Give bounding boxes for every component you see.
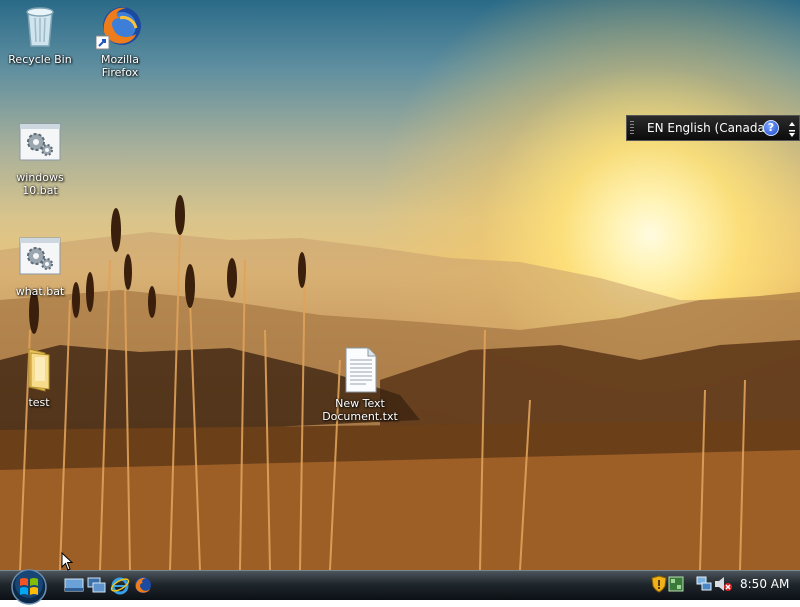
clock[interactable]: 8:50 AM: [740, 577, 789, 591]
grip-handle-icon[interactable]: [630, 121, 634, 135]
batch-file-icon: [19, 123, 61, 161]
help-icon[interactable]: ?: [763, 120, 779, 136]
desktop-icon-new-text-document[interactable]: New Text Document.txt: [322, 346, 398, 423]
switch-windows-icon[interactable]: [87, 575, 107, 595]
desktop-icon-label: windows 10.bat: [16, 171, 64, 197]
language-bar-options-icon[interactable]: [787, 119, 797, 139]
desktop[interactable]: Recycle Bin Mozilla Firefox windows 10.b…: [0, 0, 800, 570]
desktop-icon-firefox[interactable]: Mozilla Firefox: [82, 2, 158, 79]
network-icon[interactable]: [668, 575, 684, 593]
desktop-icon-windows-10-bat[interactable]: windows 10.bat: [2, 120, 78, 197]
desktop-icon-recycle-bin[interactable]: Recycle Bin: [2, 2, 78, 66]
desktop-icon-label: test: [28, 396, 50, 409]
connection-icon[interactable]: [696, 576, 712, 592]
batch-file-icon: [19, 237, 61, 275]
firefox-icon: [96, 7, 141, 50]
desktop-icon-what-bat[interactable]: what.bat: [2, 234, 78, 298]
wallpaper: [0, 195, 800, 570]
security-shield-icon[interactable]: [651, 575, 667, 593]
desktop-icon-label: Recycle Bin: [8, 53, 72, 66]
mouse-pointer-icon: [61, 552, 74, 571]
desktop-icon-label: New Text Document.txt: [322, 397, 398, 423]
folder-icon: [28, 348, 50, 392]
recycle-bin-icon: [26, 7, 54, 47]
desktop-icon-label: Mozilla Firefox: [101, 53, 139, 79]
input-language-label[interactable]: EN English (Canada): [647, 121, 770, 135]
desktop-icon-label: what.bat: [15, 285, 65, 298]
volume-muted-icon[interactable]: [714, 576, 732, 592]
language-bar[interactable]: EN English (Canada) ?: [626, 115, 800, 141]
text-file-icon: [345, 347, 377, 393]
desktop-icon-test-folder[interactable]: test: [1, 345, 77, 409]
firefox-icon[interactable]: [133, 575, 153, 595]
start-button[interactable]: [9, 567, 49, 607]
internet-explorer-icon[interactable]: [110, 575, 130, 595]
show-desktop-icon[interactable]: [64, 575, 84, 595]
